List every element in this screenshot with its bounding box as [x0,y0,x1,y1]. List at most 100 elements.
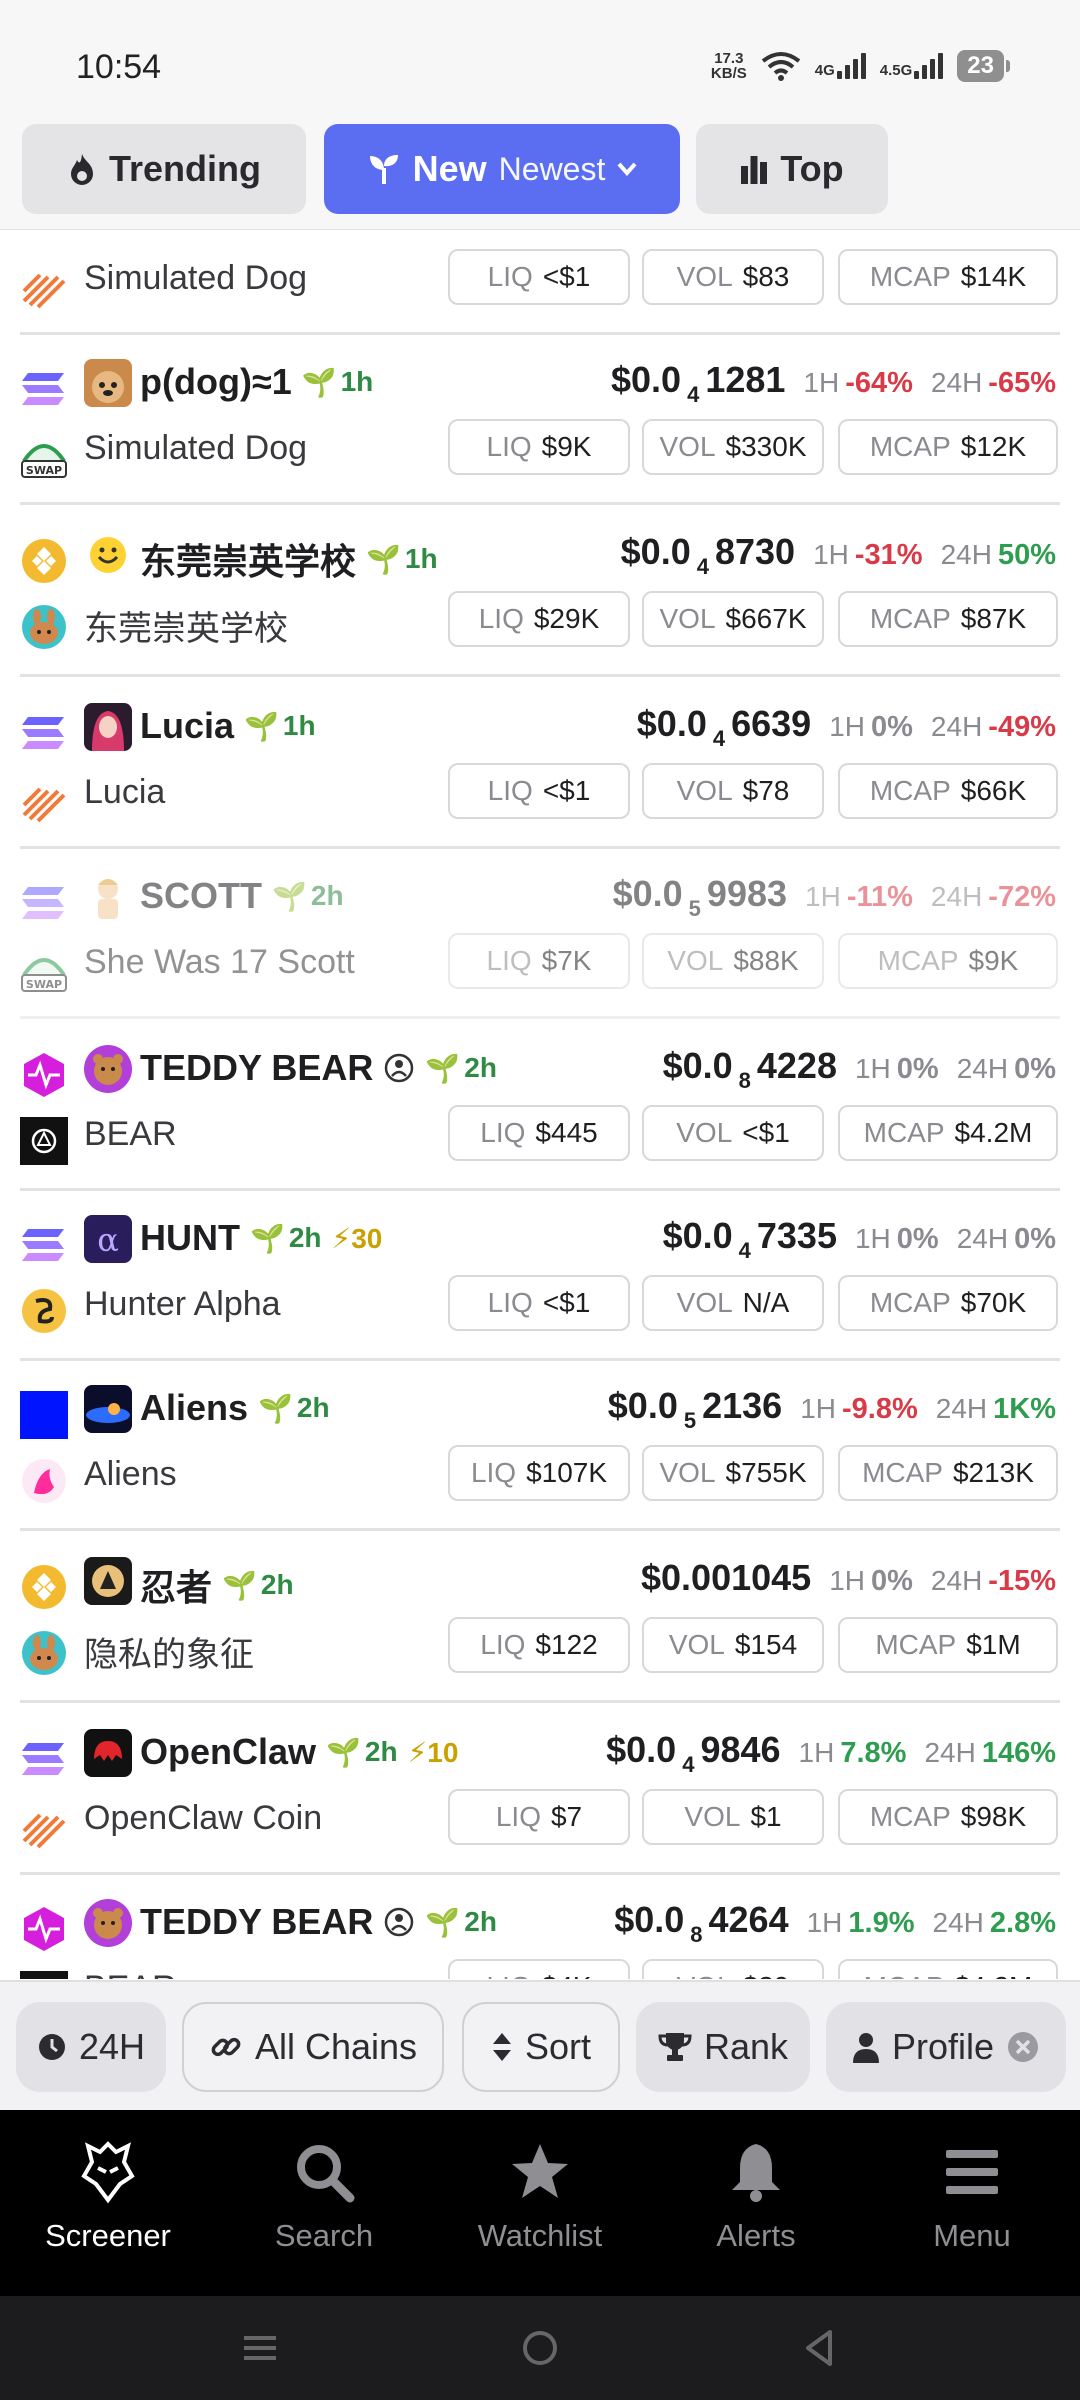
tab-top[interactable]: Top [696,124,888,214]
vol-label: VOL [659,603,716,634]
change-1h: 1H -11% [805,881,913,914]
signal-4g-label: 4G [814,62,835,79]
liq-value: $7 [550,1801,583,1832]
row-divider [20,1700,1060,1703]
pancakeswap-dex-icon [22,1631,66,1675]
liq-label: LIQ [495,1801,541,1832]
change-24h-value: -49% [988,711,1056,743]
mcap-label: MCAP [869,431,951,462]
rank-button[interactable]: Rank [636,2002,810,2092]
token-name: Hunter Alpha [84,1285,281,1323]
price-prefix: $0.001045 [641,1557,812,1598]
token-row[interactable]: Lucia 🌱 1h Lucia $0.0 4 6639 1H 0% 24H -49% LI… [0,679,1080,849]
price-digits: 1281 [705,359,786,400]
token-name: OpenClaw Coin [84,1799,323,1837]
token-row[interactable]: Simulated Dog LIQ <$1 VOL $83 MCAP $14K [0,231,1080,335]
token-age: 🌱 2h [258,1392,330,1425]
change-1h-label: 1H [829,1565,865,1596]
token-price: $0.0 4 8730 [621,531,795,580]
nav-screener-label: Screener [45,2218,171,2253]
liquidity-pill: LIQ $445 [448,1105,630,1161]
sort-button[interactable]: Sort [462,2002,620,2092]
change-1h-value: 0% [896,1053,939,1085]
chevron-down-icon [617,162,637,176]
volume-pill: VOL $83 [642,249,824,305]
token-age: 🌱 1h [302,366,374,399]
liquidity-pill: LIQ $4K [448,1959,630,1979]
token-symbol: 忍者 🌱 2h [140,1559,294,1611]
home-icon[interactable] [520,2328,560,2368]
vol-value: $154 [734,1629,798,1660]
dex-stripes-icon [22,1813,66,1849]
solana-chain-icon [22,887,64,919]
rank-label: Rank [703,2026,789,2067]
token-row[interactable]: α HUNT 🌱 2h ⚡30 Hunter Alpha $0.0 4 7335 1H 0%… [0,1191,1080,1361]
chains-filter-button[interactable]: All Chains [182,2002,444,2092]
token-row[interactable]: TEDDY BEAR 🌱 2h BEAR $0.0 8 4228 1H 0% 24H 0% … [0,1021,1080,1191]
change-1h-label: 1H [798,1737,835,1768]
solana-chain-icon [22,1743,64,1775]
clear-icon[interactable] [1006,2030,1040,2064]
token-price: $0.0 4 1281 [611,359,785,408]
token-row[interactable]: p(dog)≈1 🌱 1h SWAP Simulated Dog $0.0 4 1281… [0,335,1080,505]
pulse-chain-icon [24,1053,64,1097]
token-row[interactable]: TEDDY BEAR🌱2h BEAR $0.084264 1H1.9% 24H2… [0,1875,1080,1979]
screener-tabs: Trending New Newest Top [0,120,1080,230]
nav-screener[interactable]: Screener [0,2140,216,2254]
price-zero-count: 4 [682,1752,695,1777]
mcap-value: $9K [968,945,1019,976]
tab-trending[interactable]: Trending [22,124,306,214]
back-icon[interactable] [800,2328,840,2368]
vol-label: VOL [684,1801,741,1832]
change-24h-value: 0% [1014,1223,1056,1255]
change-24h-label: 24H [924,1737,976,1768]
nav-watchlist[interactable]: Watchlist [432,2140,648,2254]
token-row[interactable]: 东莞崇英学校 🌱 1h 东莞崇英学校 $0.0 4 8730 1H -31% 24H 50%… [0,507,1080,677]
change-1h-label: 1H [800,1393,836,1424]
token-row[interactable]: OpenClaw 🌱 2h ⚡10 OpenClaw Coin $0.0 4 9846 1… [0,1705,1080,1875]
liq-label: LIQ [486,431,532,462]
price-digits: 2136 [702,1385,783,1426]
token-row[interactable]: Aliens 🌱 2h Aliens $0.0 5 2136 1H -9.8% 24H 1K… [0,1361,1080,1531]
change-24h-value: 50% [997,539,1056,571]
change-1h-value: 0% [871,1565,913,1597]
nav-menu[interactable]: Menu [864,2140,1080,2254]
token-list: Simulated Dog LIQ <$1 VOL $83 MCAP $14K p(d… [0,231,1080,1979]
tab-new[interactable]: New Newest [324,124,680,214]
token-age-text: 2h [364,1736,398,1767]
change-24h-value: 2.8% [989,1907,1056,1939]
nav-search[interactable]: Search [216,2140,432,2254]
user-icon [852,2033,879,2063]
change-24h-label: 24H [930,881,983,912]
price-line: $0.0 5 2136 1H -9.8% 24H 1K% [608,1385,1056,1434]
token-row[interactable]: SCOTT 🌱 2h SWAP She Was 17 Scott $0.0 5 9983… [0,849,1080,1019]
sprout-icon: 🌱 [425,1052,461,1084]
profile-filter-button[interactable]: Profile [826,2002,1066,2092]
change-24h: 24H -65% [931,367,1056,400]
token-age-text: 2h [310,880,344,911]
timeframe-filter-button[interactable]: 24H [16,2002,166,2092]
svg-text:α: α [97,1221,119,1259]
token-row[interactable]: 忍者 🌱 2h 隐私的象征 $0.001045 1H 0% 24H -15% LIQ $1… [0,1533,1080,1703]
token-price: $0.0 4 6639 [637,703,811,752]
svg-text:SWAP: SWAP [26,464,62,477]
uniswap-dex-icon [22,1459,66,1503]
liq-value: $9K [541,431,592,462]
network-speed-unit: KB/S [710,65,747,82]
dex-logo-icon [20,1971,68,1979]
mcap-label: MCAP [875,1629,957,1660]
vol-value: $78 [742,775,790,806]
solana-chain-icon [22,373,64,405]
recent-apps-icon[interactable] [240,2328,280,2368]
mcap-pill: MCAP $14K [838,249,1058,305]
change-1h-value: -11% [846,881,913,913]
token-age: 🌱 2h [250,1222,322,1255]
tab-trending-label: Trending [109,148,261,189]
price-digits: 9846 [700,1729,781,1770]
nav-alerts[interactable]: Alerts [648,2140,864,2254]
token-avatar [84,1045,132,1093]
change-1h: 1H -64% [803,367,913,400]
price-prefix: $0.0 [636,703,707,744]
sprout-icon: 🌱 [258,1392,293,1424]
token-price: $0.0 5 9983 [613,873,787,922]
